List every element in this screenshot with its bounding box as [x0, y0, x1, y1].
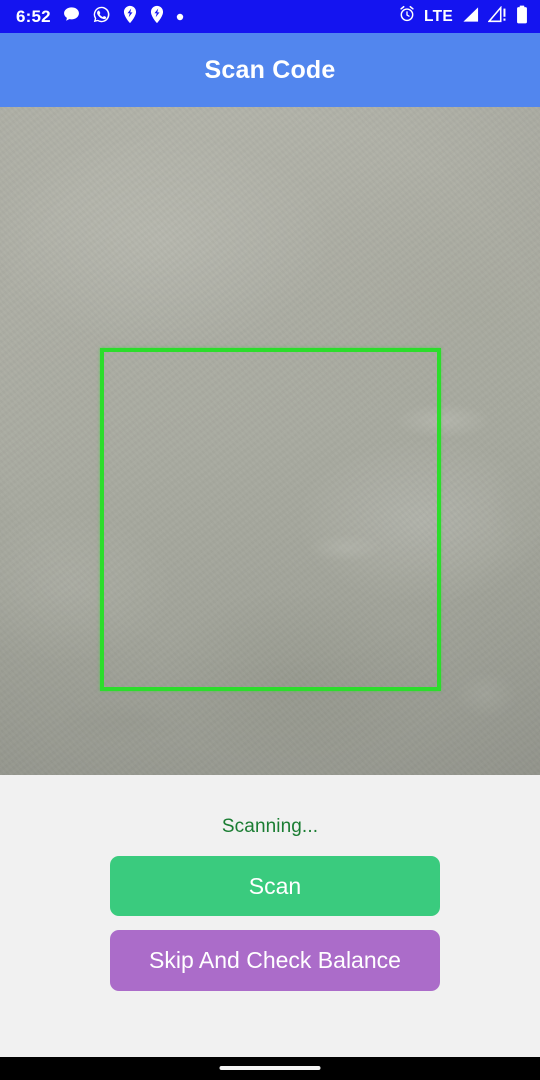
phone-screen: 6:52 LTE Scan Code Scanning... Scan Skip…: [0, 0, 540, 1080]
camera-preview[interactable]: [0, 107, 540, 775]
gesture-home-pill[interactable]: [219, 1066, 321, 1070]
whatsapp-icon: [92, 5, 111, 29]
page-title: Scan Code: [204, 55, 336, 84]
scan-frame-overlay: [100, 348, 441, 691]
status-bar-network-label: LTE: [423, 7, 453, 25]
app-notification-icon-2: [149, 5, 165, 29]
chat-bubble-icon: [62, 5, 81, 29]
alarm-clock-icon: [398, 5, 416, 28]
battery-icon: [516, 5, 528, 29]
skip-and-check-balance-button[interactable]: Skip And Check Balance: [110, 930, 440, 991]
status-bar: 6:52 LTE: [0, 0, 540, 33]
scan-button[interactable]: Scan: [110, 856, 440, 916]
signal-bars-icon: [461, 6, 480, 28]
scan-status-text: Scanning...: [221, 816, 319, 837]
signal-no-service-icon: [487, 5, 508, 28]
status-bar-clock: 6:52: [16, 7, 51, 26]
app-notification-icon-1: [122, 5, 138, 29]
more-notifications-dot-icon: [176, 8, 184, 26]
app-bar: Scan Code: [0, 33, 540, 107]
status-bar-left-group: 6:52: [16, 0, 184, 33]
system-navigation-bar: [0, 1057, 540, 1080]
status-bar-right-group: LTE: [398, 0, 528, 33]
